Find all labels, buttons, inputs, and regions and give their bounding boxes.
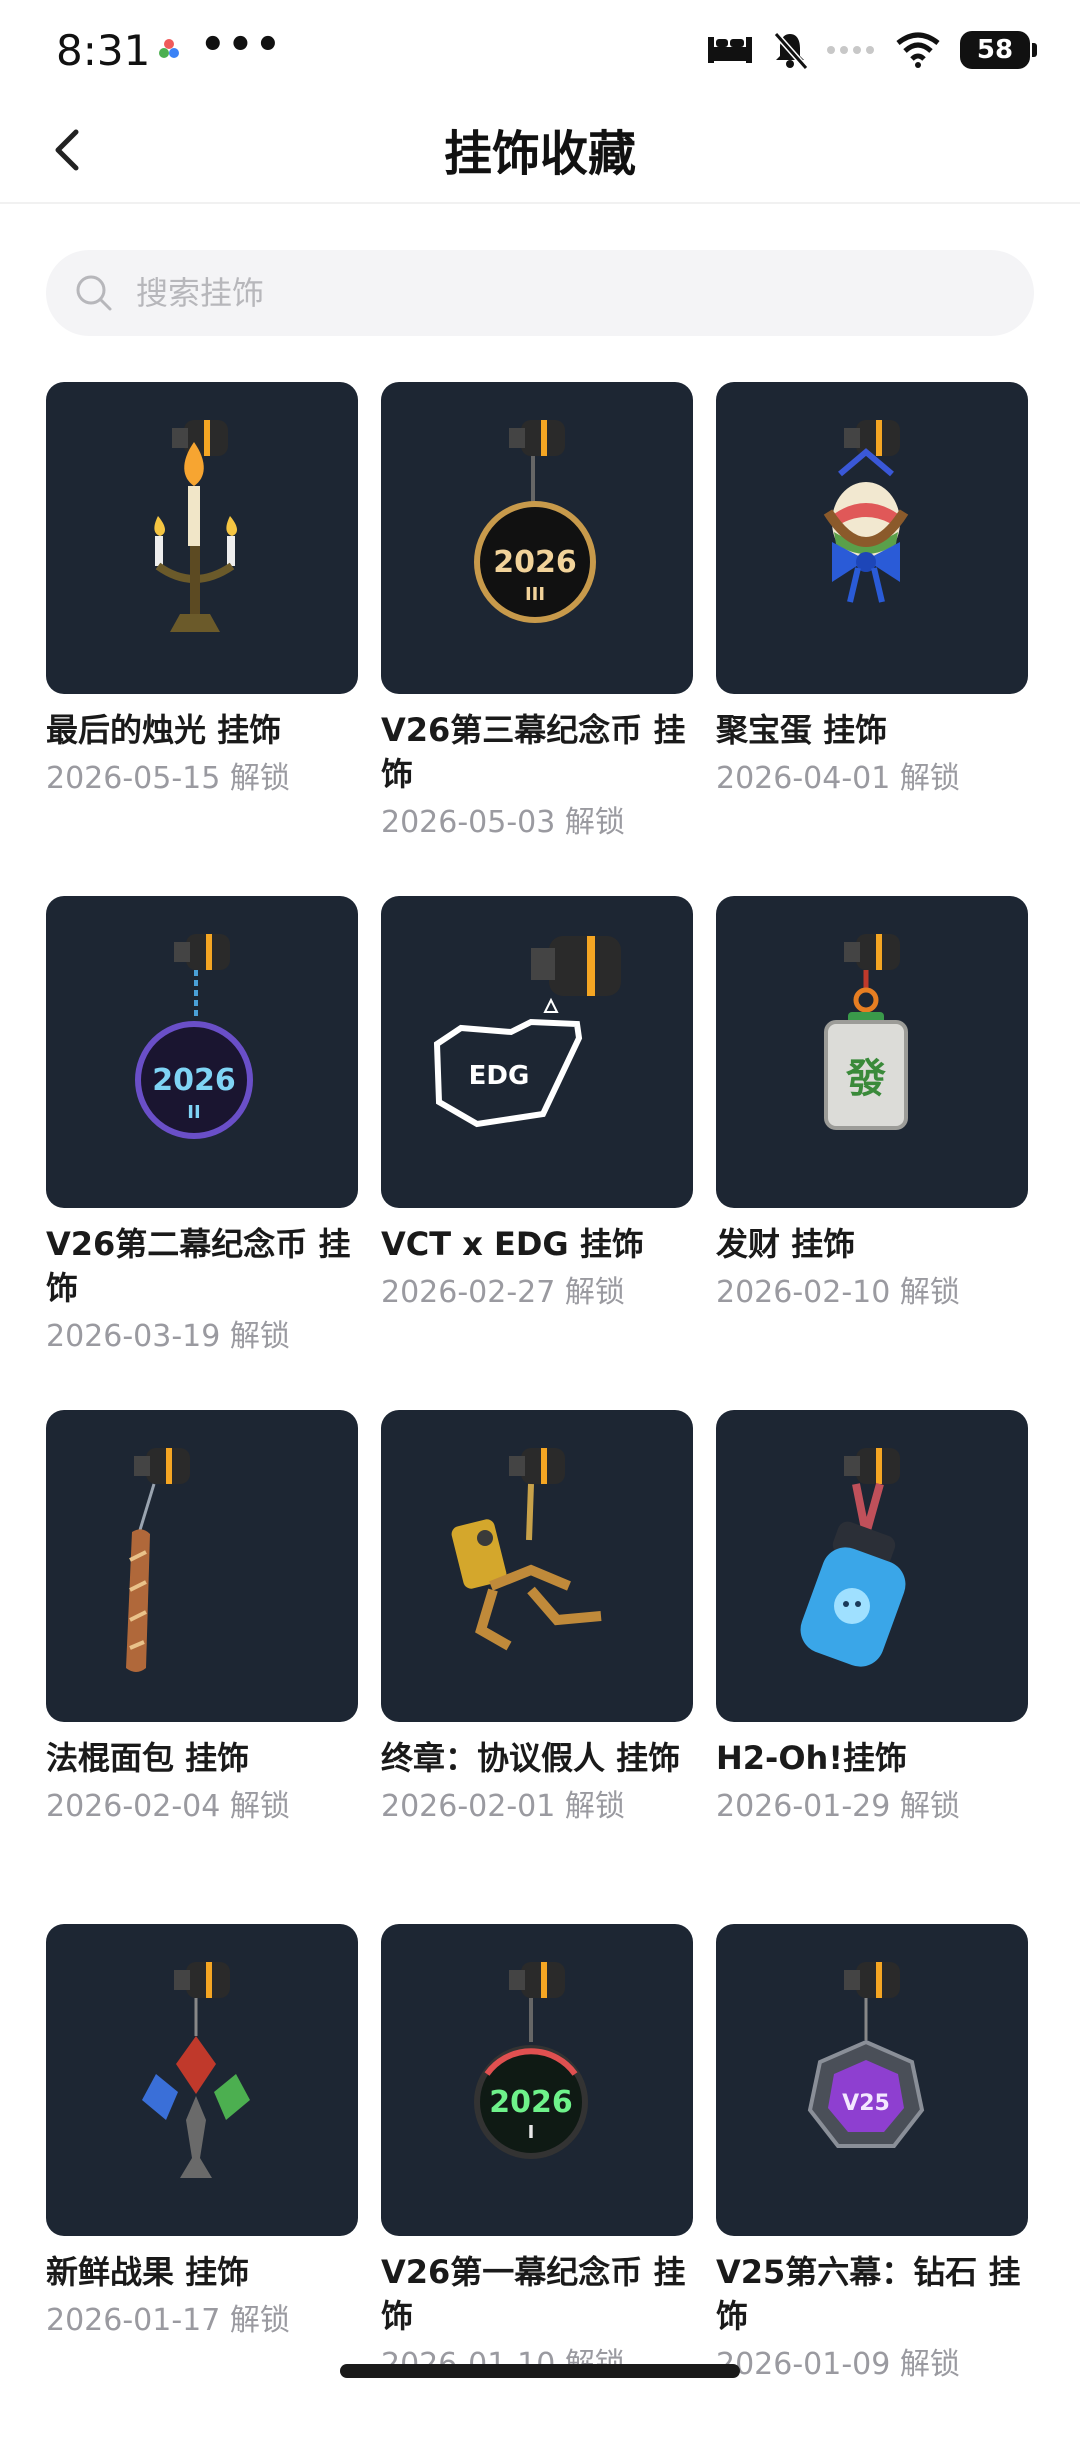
charm-card[interactable]: H2-Oh!挂饰 2026-01-29 解锁 xyxy=(716,1410,1028,1924)
page-title: 挂饰收藏 xyxy=(443,126,636,182)
coin-act-text: II xyxy=(187,1102,200,1123)
charm-card[interactable]: 法棍面包 挂饰 2026-02-04 解锁 xyxy=(46,1410,358,1924)
charm-card[interactable]: 聚宝蛋 挂饰 2026-04-01 解锁 xyxy=(716,382,1028,896)
baguette-icon xyxy=(126,1448,190,1672)
charm-grid: 最后的烛光 挂饰 2026-05-15 解锁 2026 III V26第三幕纪念… xyxy=(46,382,1036,2438)
edg-logo-icon: EDG xyxy=(433,936,621,1128)
wifi-icon xyxy=(896,32,940,68)
charm-name: 最后的烛光 挂饰 xyxy=(46,711,282,749)
mahjong-char: 發 xyxy=(845,1056,886,1102)
charm-thumbnail xyxy=(46,1410,358,1722)
charm-thumbnail xyxy=(46,1924,358,2236)
charm-card[interactable]: 最后的烛光 挂饰 2026-05-15 解锁 xyxy=(46,382,358,896)
charm-thumbnail: EDG xyxy=(381,896,693,1208)
charm-unlock-date: 2026-01-09 解锁 xyxy=(716,2347,960,2382)
charm-thumbnail xyxy=(716,1410,1028,1722)
charm-name: H2-Oh!挂饰 xyxy=(716,1739,907,1777)
charm-unlock-date: 2026-01-17 解锁 xyxy=(46,2303,290,2338)
signal-dots-icon xyxy=(827,46,874,54)
charm-thumbnail: 發 xyxy=(716,896,1028,1208)
more-notifications-icon: ••• xyxy=(200,22,283,68)
status-bar: 8:31 ••• 58 xyxy=(0,0,1080,100)
status-time: 8:31 xyxy=(56,26,151,75)
header-divider xyxy=(0,202,1080,204)
nav-bar: 挂饰收藏 xyxy=(0,100,1080,200)
edg-text: EDG xyxy=(469,1061,530,1091)
egg-basket-icon xyxy=(823,420,909,603)
charm-card[interactable]: 2026 II V26第二幕纪念币 挂饰 2026-03-19 解锁 xyxy=(46,896,358,1410)
leaf-trophy-icon xyxy=(142,1962,250,2178)
home-indicator[interactable] xyxy=(340,2364,740,2378)
charm-name: 聚宝蛋 挂饰 xyxy=(716,711,888,749)
charm-unlock-date: 2026-04-01 解锁 xyxy=(716,761,960,796)
charm-thumbnail: V25 xyxy=(716,1924,1028,2236)
charm-card[interactable]: 2026 I V26第一幕纪念币 挂饰 2026-01-10 解锁 xyxy=(381,1924,693,2438)
charm-name: VCT x EDG 挂饰 xyxy=(381,1225,644,1263)
charm-thumbnail: 2026 II xyxy=(46,896,358,1208)
coin-act-text: III xyxy=(525,584,545,605)
charm-unlock-date: 2026-03-19 解锁 xyxy=(46,1319,290,1354)
mahjong-tile-icon: 發 xyxy=(824,934,908,1130)
charm-card[interactable]: V25 V25第六幕：钻石 挂饰 2026-01-09 解锁 xyxy=(716,1924,1028,2438)
coin-act-text: I xyxy=(528,2122,535,2143)
charm-name: V25第六幕：钻石 挂饰 xyxy=(716,2253,1021,2335)
charm-name: 新鲜战果 挂饰 xyxy=(46,2253,250,2291)
search-icon xyxy=(76,275,112,311)
app-notification-icon xyxy=(159,39,179,58)
charm-thumbnail: 2026 I xyxy=(381,1924,693,2236)
sleep-mode-icon xyxy=(708,37,752,63)
charm-name: V26第三幕纪念币 挂饰 xyxy=(381,711,686,793)
charm-thumbnail: 2026 III xyxy=(381,382,693,694)
coin-2026-i-icon: 2026 I xyxy=(474,1962,588,2159)
robot-dummy-icon xyxy=(451,1448,602,1651)
v25-diamond-icon: V25 xyxy=(807,1962,925,2148)
charm-unlock-date: 2026-02-27 解锁 xyxy=(381,1275,625,1310)
charm-name: 发财 挂饰 xyxy=(716,1225,856,1263)
charm-unlock-date: 2026-05-03 解锁 xyxy=(381,805,625,840)
charm-card[interactable]: 新鲜战果 挂饰 2026-01-17 解锁 xyxy=(46,1924,358,2438)
coin-year-text: 2026 xyxy=(152,1063,236,1098)
charm-unlock-date: 2026-01-29 解锁 xyxy=(716,1789,960,1824)
charm-name: V26第一幕纪念币 挂饰 xyxy=(381,2253,686,2335)
charm-name: V26第二幕纪念币 挂饰 xyxy=(46,1225,351,1307)
charm-thumbnail xyxy=(46,382,358,694)
mute-bell-icon xyxy=(773,32,808,70)
charm-unlock-date: 2026-02-01 解锁 xyxy=(381,1789,625,1824)
battery-icon: 58 xyxy=(960,31,1037,69)
charm-name: 法棍面包 挂饰 xyxy=(46,1739,250,1777)
charm-unlock-date: 2026-02-04 解锁 xyxy=(46,1789,290,1824)
charm-thumbnail xyxy=(716,382,1028,694)
charm-unlock-date: 2026-02-10 解锁 xyxy=(716,1275,960,1310)
v25-text: V25 xyxy=(842,2091,890,2116)
coin-2026-ii-icon: 2026 II xyxy=(135,934,253,1139)
search-input[interactable] xyxy=(134,273,938,313)
charm-unlock-date: 2026-05-15 解锁 xyxy=(46,761,290,796)
charm-card[interactable]: 2026 III V26第三幕纪念币 挂饰 2026-05-03 解锁 xyxy=(381,382,693,896)
charm-name: 终章：协议假人 挂饰 xyxy=(381,1739,681,1777)
charm-card[interactable]: 终章：协议假人 挂饰 2026-02-01 解锁 xyxy=(381,1410,693,1924)
charm-card[interactable]: 發 发财 挂饰 2026-02-10 解锁 xyxy=(716,896,1028,1410)
water-bottle-icon xyxy=(800,1448,906,1667)
battery-level: 58 xyxy=(976,35,1014,65)
coin-year-text: 2026 xyxy=(493,545,577,580)
candelabra-icon xyxy=(154,420,237,632)
charm-thumbnail xyxy=(381,1410,693,1722)
search-bar[interactable] xyxy=(46,250,1034,336)
coin-year-text: 2026 xyxy=(489,2085,573,2120)
coin-2026-iii-icon: 2026 III xyxy=(474,420,596,623)
charm-card[interactable]: EDG VCT x EDG 挂饰 2026-02-27 解锁 xyxy=(381,896,693,1410)
